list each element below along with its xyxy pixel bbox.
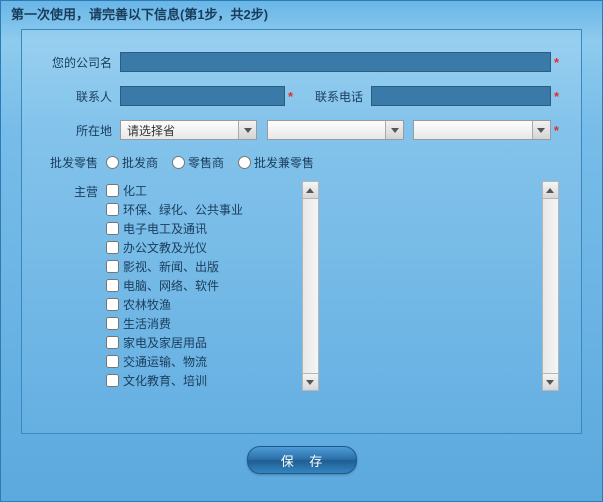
scroll-track[interactable] [543,199,558,373]
row-contact: 联系人 * 联系电话 * [44,86,559,106]
list-item-label: 交通运输、物流 [123,353,207,370]
checkbox-list-empty [346,181,539,391]
scroll-down-icon[interactable] [543,373,558,390]
dropdown-icon [532,121,550,139]
radio-label: 批发兼零售 [254,154,314,171]
main-business-list-right [346,181,559,391]
required-marker: * [554,55,559,70]
list-item[interactable]: 影视、新闻、出版 [106,257,299,276]
radio-label: 批发商 [122,154,158,171]
list-item-label: 办公文教及光仪 [123,239,207,256]
radio-input[interactable] [106,156,119,169]
main-business-list-left: 化工环保、绿化、公共事业电子电工及通讯办公文教及光仪影视、新闻、出版电脑、网络、… [106,181,319,391]
row-company: 您的公司名 * [44,52,559,72]
list-item[interactable]: 农林牧渔 [106,295,299,314]
input-phone[interactable] [371,86,551,106]
row-business-type: 批发零售 批发商 零售商 批发兼零售 [44,154,559,171]
scroll-down-icon[interactable] [303,373,318,390]
required-marker: * [288,89,293,104]
scrollbar-right[interactable] [542,181,559,391]
list-item[interactable]: 电脑、网络、软件 [106,276,299,295]
list-item[interactable]: 交通运输、物流 [106,352,299,371]
checkbox-input[interactable] [106,374,119,387]
radio-retailer[interactable]: 零售商 [172,154,224,171]
checkbox-input[interactable] [106,260,119,273]
list-item-label: 电脑、网络、软件 [123,277,219,294]
list-item-label: 化工 [123,182,147,199]
label-business-type: 批发零售 [44,154,106,171]
select-district[interactable] [413,120,550,140]
required-marker: * [554,123,559,138]
checkbox-list: 化工环保、绿化、公共事业电子电工及通讯办公文教及光仪影视、新闻、出版电脑、网络、… [106,181,299,391]
checkbox-input[interactable] [106,317,119,330]
input-contact[interactable] [120,86,285,106]
dropdown-icon [385,121,403,139]
checkbox-input[interactable] [106,279,119,292]
list-item[interactable]: 环保、绿化、公共事业 [106,200,299,219]
scroll-up-icon[interactable] [303,182,318,199]
dropdown-icon [238,121,256,139]
button-bar: 保 存 [1,446,602,474]
list-item-label: 环保、绿化、公共事业 [123,201,243,218]
label-main-business: 主营 [44,181,106,200]
list-item[interactable]: 办公文教及光仪 [106,238,299,257]
select-city[interactable] [267,120,404,140]
list-item[interactable]: 家电及家居用品 [106,333,299,352]
list-item[interactable]: 生活消费 [106,314,299,333]
label-company: 您的公司名 [44,54,120,71]
radio-input[interactable] [238,156,251,169]
checkbox-input[interactable] [106,222,119,235]
scroll-track[interactable] [303,199,318,373]
list-item-label: 影视、新闻、出版 [123,258,219,275]
save-button[interactable]: 保 存 [247,446,357,474]
list-item[interactable]: 电子电工及通讯 [106,219,299,238]
checkbox-input[interactable] [106,203,119,216]
scroll-up-icon[interactable] [543,182,558,199]
row-location: 所在地 请选择省 * [44,120,559,140]
select-province[interactable]: 请选择省 [120,120,257,140]
page-title: 第一次使用，请完善以下信息(第1步，共2步) [1,1,602,29]
list-item-label: 生活消费 [123,315,171,332]
window: 第一次使用，请完善以下信息(第1步，共2步) 您的公司名 * 联系人 * 联系电… [0,0,603,502]
list-item-label: 文化教育、培训 [123,372,207,389]
list-item[interactable]: 文化教育、培训 [106,371,299,390]
row-main-business: 主营 化工环保、绿化、公共事业电子电工及通讯办公文教及光仪影视、新闻、出版电脑、… [44,181,559,391]
input-company[interactable] [120,52,551,72]
label-phone: 联系电话 [303,88,371,105]
label-contact: 联系人 [44,88,120,105]
checkbox-input[interactable] [106,336,119,349]
list-item-label: 电子电工及通讯 [123,220,207,237]
checkbox-input[interactable] [106,184,119,197]
radio-wholesaler[interactable]: 批发商 [106,154,158,171]
scrollbar-left[interactable] [302,181,319,391]
form-panel: 您的公司名 * 联系人 * 联系电话 * 所在地 请选择省 [21,29,582,434]
radio-label: 零售商 [188,154,224,171]
checkbox-input[interactable] [106,355,119,368]
list-item[interactable]: 化工 [106,181,299,200]
radio-input[interactable] [172,156,185,169]
select-province-value: 请选择省 [121,122,238,139]
checkbox-input[interactable] [106,241,119,254]
required-marker: * [554,89,559,104]
radio-both[interactable]: 批发兼零售 [238,154,314,171]
list-item-label: 农林牧渔 [123,296,171,313]
label-location: 所在地 [44,122,120,139]
checkbox-input[interactable] [106,298,119,311]
list-item-label: 家电及家居用品 [123,334,207,351]
